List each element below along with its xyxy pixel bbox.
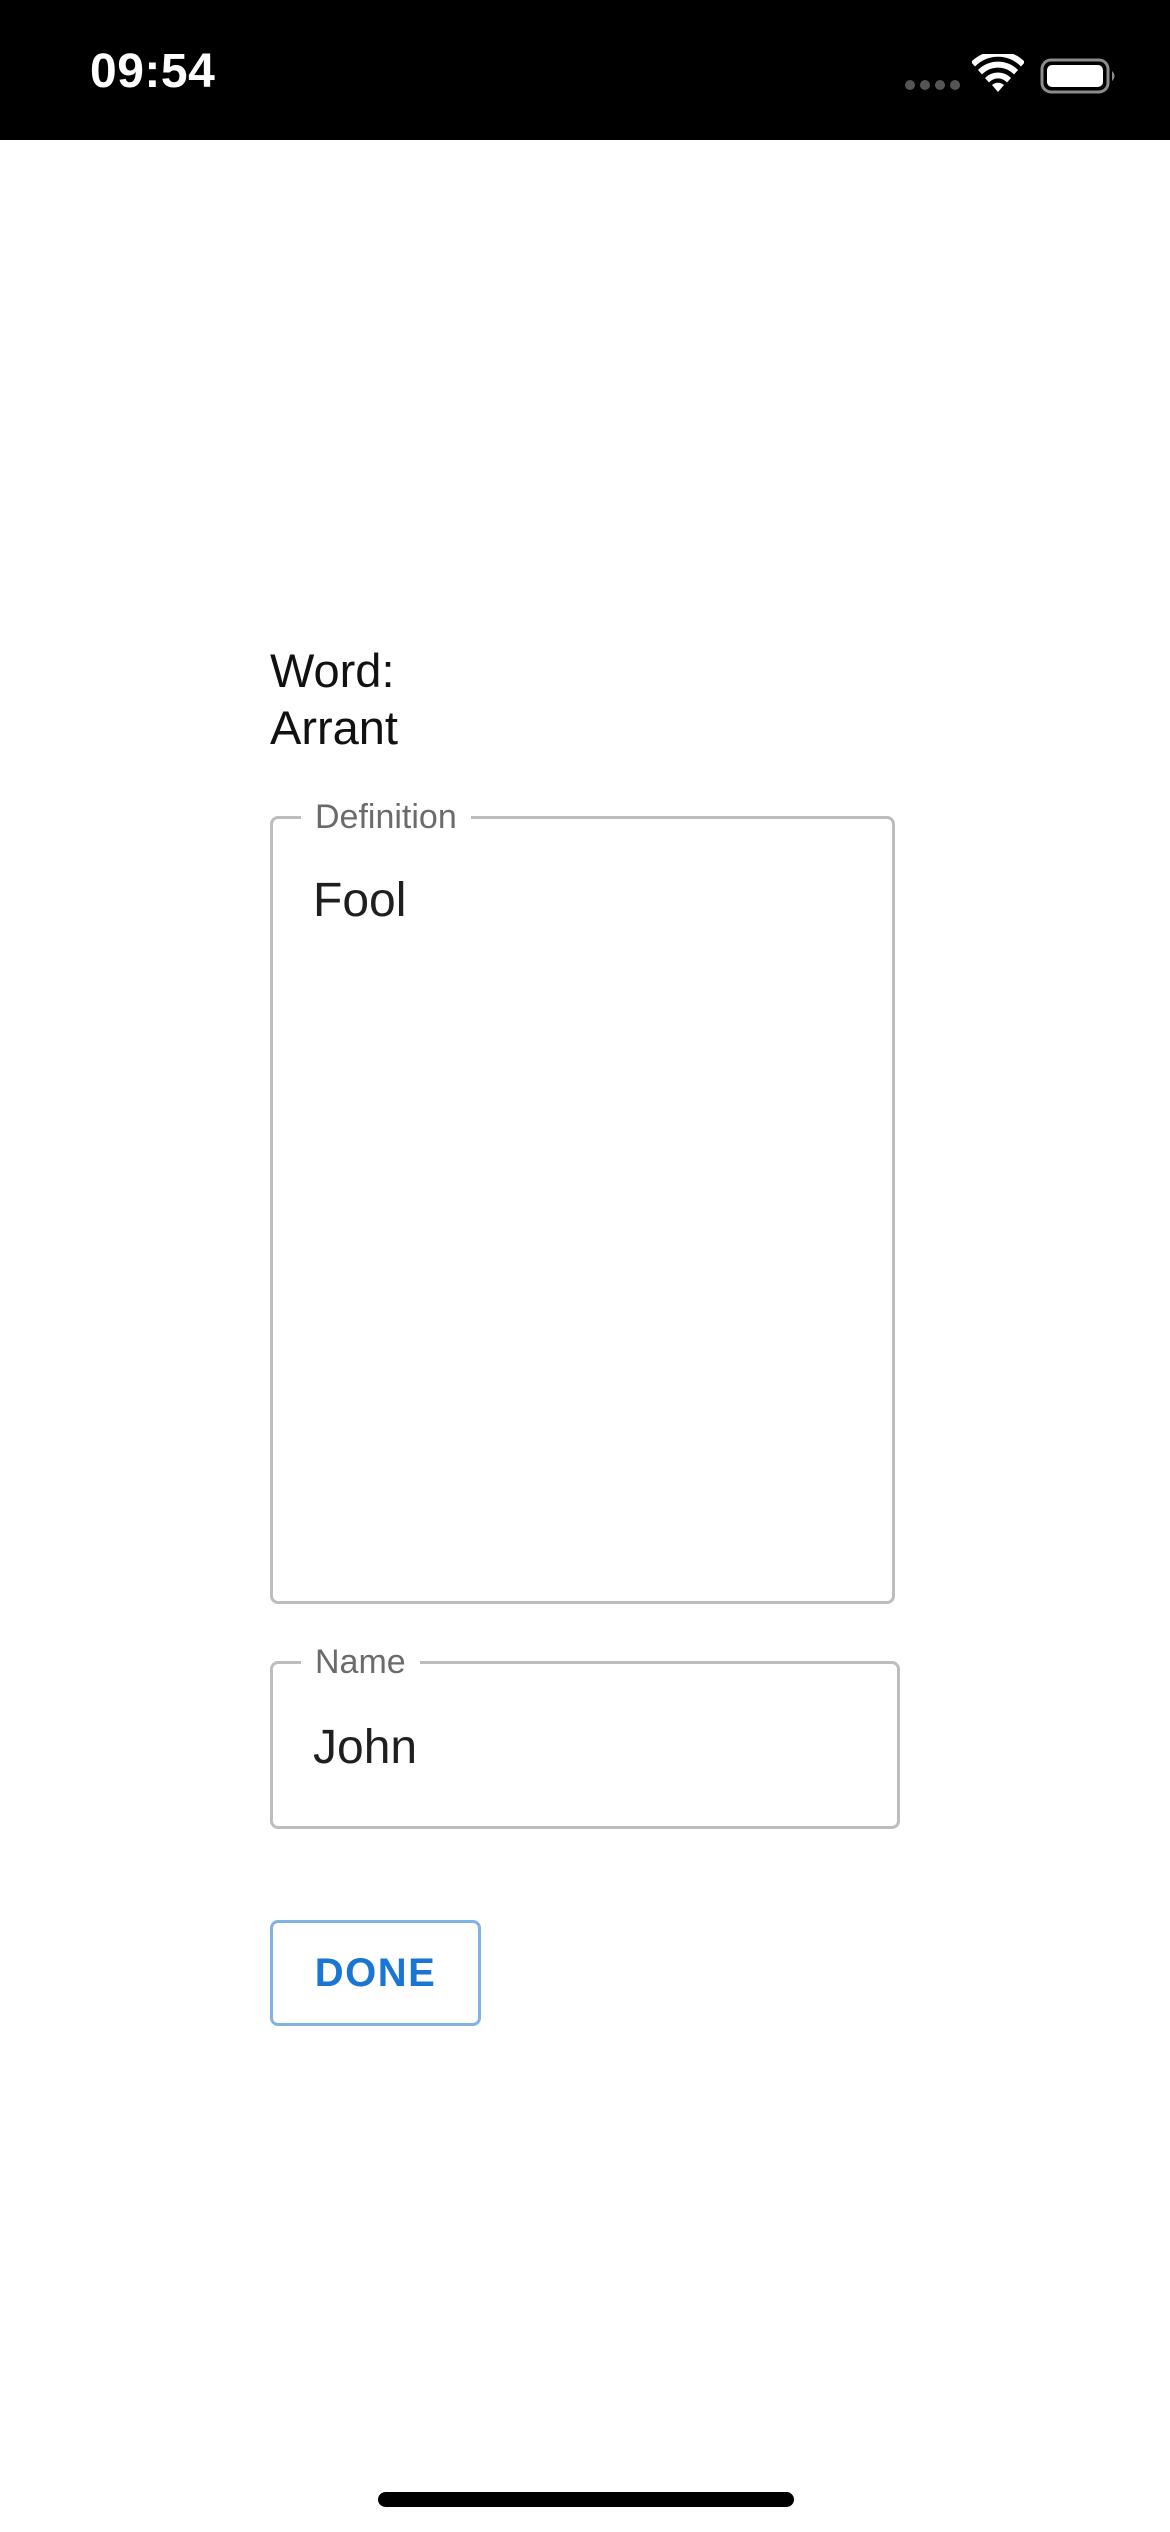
definition-field[interactable]: Definition Fool — [270, 797, 895, 1604]
name-field-label: Name — [301, 1642, 420, 1682]
definition-field-label: Definition — [301, 797, 471, 837]
cellular-signal-icon — [905, 80, 961, 92]
battery-icon — [1040, 58, 1115, 94]
word-block: Word: Arrant — [270, 642, 770, 756]
status-bar: 09:54 — [0, 0, 1170, 140]
name-field[interactable]: Name John — [270, 1642, 900, 1829]
word-label: Word: — [270, 644, 395, 697]
status-time: 09:54 — [90, 45, 216, 98]
wifi-icon — [972, 54, 1024, 92]
done-button[interactable]: DONE — [270, 1920, 481, 2026]
name-field-value[interactable]: John — [313, 1720, 417, 1776]
home-indicator — [378, 2492, 794, 2507]
definition-field-value[interactable]: Fool — [313, 873, 406, 929]
word-value: Arrant — [270, 701, 398, 754]
